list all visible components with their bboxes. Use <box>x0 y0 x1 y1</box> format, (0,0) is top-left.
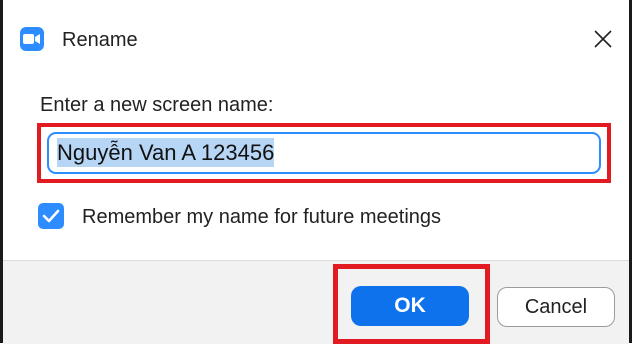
remember-name-checkbox[interactable] <box>38 203 64 229</box>
zoom-camera-icon <box>20 27 44 51</box>
dialog-title: Rename <box>62 29 138 51</box>
name-input-highlight: Nguyễn Van A 123456 <box>37 123 611 183</box>
screen-name-value: Nguyễn Van A 123456 <box>57 138 275 167</box>
rename-dialog: Rename Enter a new screen name: Nguyễn V… <box>0 0 632 344</box>
title-bar: Rename <box>3 0 629 78</box>
checkmark-icon <box>42 209 60 223</box>
screen-name-input[interactable]: Nguyễn Van A 123456 <box>47 132 601 174</box>
ok-button-highlight: OK <box>333 264 490 344</box>
cancel-button[interactable]: Cancel <box>497 287 615 327</box>
dialog-footer: OK Cancel <box>3 260 629 344</box>
close-icon <box>594 30 612 48</box>
remember-name-label[interactable]: Remember my name for future meetings <box>82 204 441 230</box>
ok-button[interactable]: OK <box>351 286 469 326</box>
close-button[interactable] <box>584 20 622 58</box>
screen-name-prompt: Enter a new screen name: <box>40 94 274 116</box>
